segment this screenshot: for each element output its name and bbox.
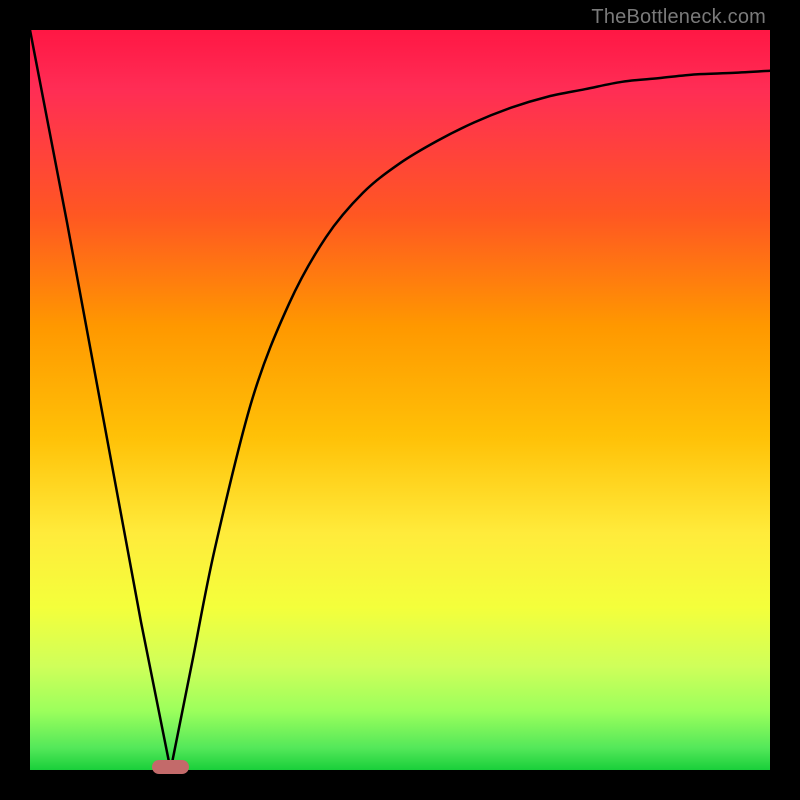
optimal-marker — [152, 760, 189, 774]
bottleneck-curve — [30, 30, 770, 770]
plot-area — [30, 30, 770, 770]
watermark-text: TheBottleneck.com — [591, 6, 766, 29]
chart-frame: TheBottleneck.com — [0, 0, 800, 800]
